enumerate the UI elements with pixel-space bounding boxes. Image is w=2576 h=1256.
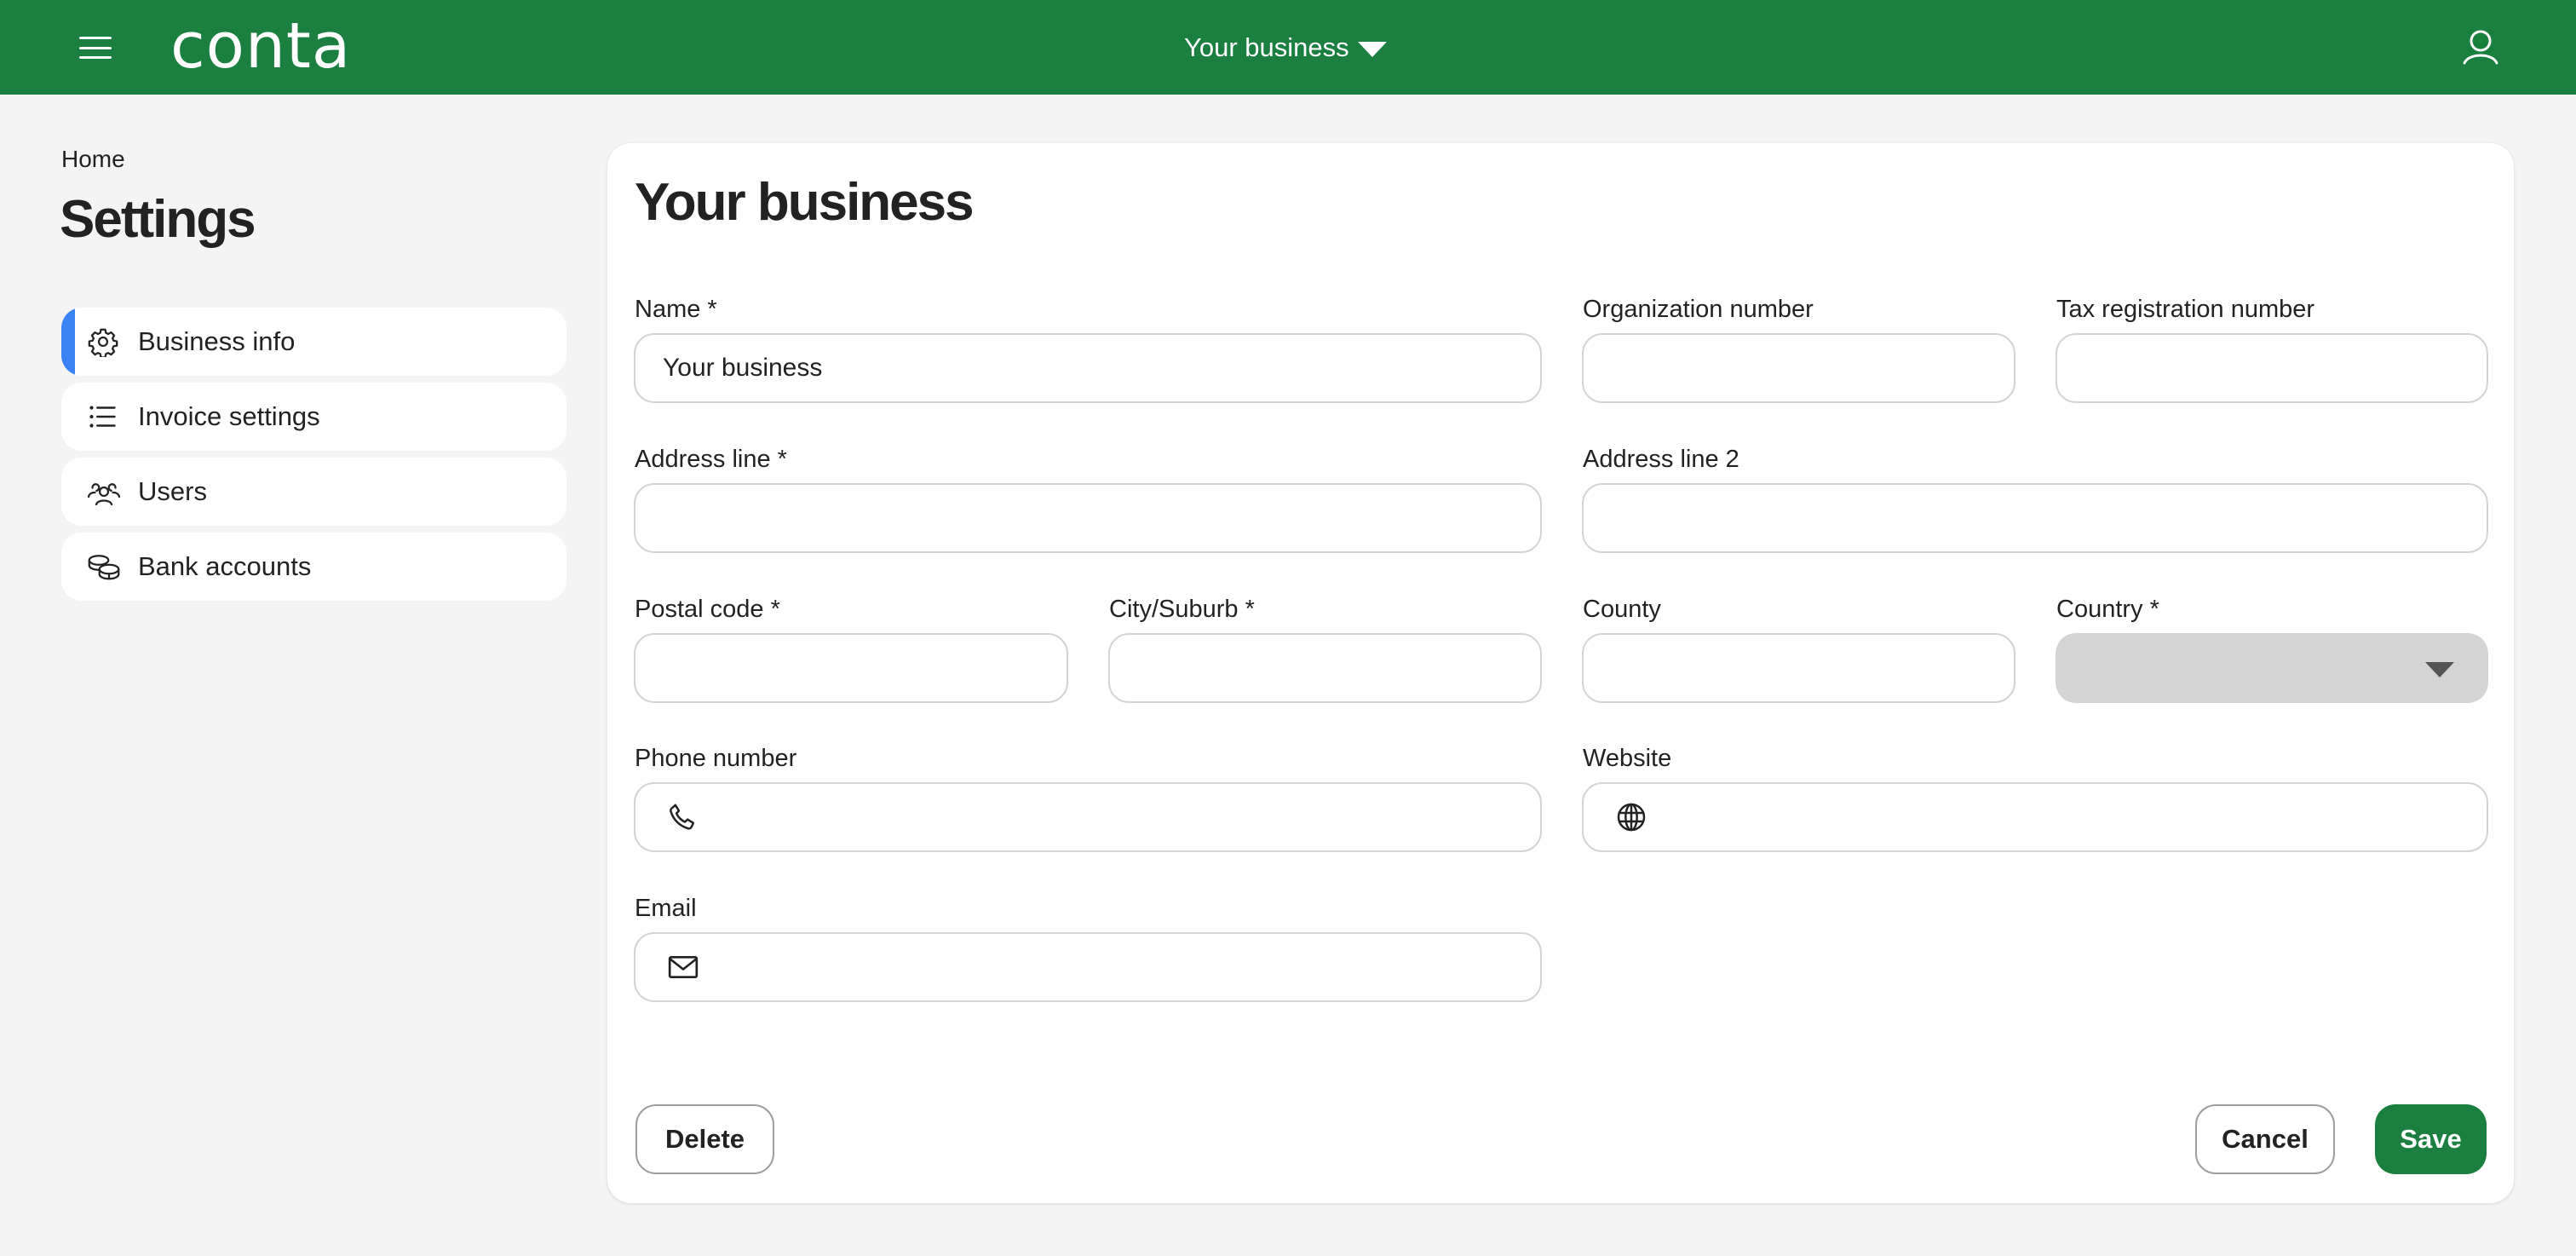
- tax-registration-number-field: Tax registration number: [2056, 296, 2488, 403]
- delete-button[interactable]: Delete: [635, 1104, 774, 1174]
- sidebar-item-business-info[interactable]: Business info: [61, 308, 566, 376]
- business-switcher[interactable]: Your business: [1184, 26, 1387, 70]
- caret-down-icon: [1357, 42, 1387, 57]
- gear-icon: [87, 326, 119, 359]
- city-field: City/Suburb *: [1108, 596, 1542, 703]
- sidebar-item-label: Bank accounts: [138, 551, 312, 581]
- postal-code-field: Postal code *: [634, 596, 1068, 703]
- address-line-field: Address line *: [634, 446, 1542, 553]
- email-input[interactable]: [634, 932, 1542, 1002]
- coins-icon: [87, 551, 120, 582]
- organization-number-label: Organization number: [1583, 296, 1814, 323]
- sidebar-item-users[interactable]: Users: [61, 458, 566, 526]
- breadcrumb-home[interactable]: Home: [61, 146, 125, 173]
- caret-down-icon: [2425, 662, 2454, 677]
- address-line-label: Address line *: [635, 446, 787, 473]
- country-field: Country *: [2056, 596, 2488, 703]
- users-icon: [87, 476, 121, 507]
- email-field: Email: [634, 895, 1542, 1002]
- city-input[interactable]: [1108, 633, 1542, 703]
- county-label: County: [1583, 596, 1661, 623]
- website-input[interactable]: [1582, 782, 2488, 852]
- country-label: Country *: [2056, 596, 2159, 623]
- phone-number-input[interactable]: [634, 782, 1542, 852]
- address-line-2-label: Address line 2: [1583, 446, 1739, 473]
- sidebar-item-label: Users: [138, 476, 207, 506]
- mail-icon: [666, 950, 700, 984]
- postal-code-label: Postal code *: [635, 596, 780, 623]
- website-label: Website: [1583, 745, 1672, 772]
- save-button[interactable]: Save: [2375, 1104, 2487, 1174]
- cancel-button[interactable]: Cancel: [2195, 1104, 2335, 1174]
- country-select[interactable]: [2056, 633, 2488, 703]
- organization-number-field: Organization number: [1582, 296, 2015, 403]
- county-input[interactable]: [1582, 633, 2015, 703]
- name-label: Name *: [635, 296, 717, 323]
- postal-code-input[interactable]: [634, 633, 1068, 703]
- website-field: Website: [1582, 745, 2488, 852]
- organization-number-input[interactable]: [1582, 333, 2015, 403]
- business-form-card: Your business Name * Your business Organ…: [607, 143, 2514, 1203]
- conta-logo[interactable]: conta: [170, 12, 351, 80]
- phone-icon: [666, 800, 700, 834]
- city-label: City/Suburb *: [1109, 596, 1255, 623]
- email-label: Email: [635, 895, 697, 922]
- hamburger-menu-icon[interactable]: [78, 32, 112, 63]
- address-line-2-field: Address line 2: [1582, 446, 2488, 553]
- tax-registration-number-input[interactable]: [2056, 333, 2488, 403]
- settings-nav: Business info Invoice settings Users Ban…: [61, 308, 566, 608]
- top-bar: conta Your business: [0, 0, 2576, 95]
- county-field: County: [1582, 596, 2015, 703]
- globe-icon: [1614, 800, 1648, 834]
- sidebar-item-invoice-settings[interactable]: Invoice settings: [61, 383, 566, 451]
- address-line-2-input[interactable]: [1582, 483, 2488, 553]
- page-title: Settings: [60, 190, 256, 249]
- address-line-input[interactable]: [634, 483, 1542, 553]
- phone-number-label: Phone number: [635, 745, 797, 772]
- name-input[interactable]: Your business: [634, 333, 1542, 403]
- tax-registration-number-label: Tax registration number: [2056, 296, 2315, 323]
- list-icon: [87, 401, 119, 432]
- business-switcher-label: Your business: [1184, 32, 1349, 62]
- form-title: Your business: [635, 173, 975, 232]
- sidebar-item-label: Invoice settings: [138, 401, 320, 431]
- sidebar-item-bank-accounts[interactable]: Bank accounts: [61, 533, 566, 601]
- sidebar-item-label: Business info: [138, 326, 296, 356]
- name-field: Name * Your business: [634, 296, 1542, 403]
- phone-number-field: Phone number: [634, 745, 1542, 852]
- user-icon[interactable]: [2460, 29, 2501, 66]
